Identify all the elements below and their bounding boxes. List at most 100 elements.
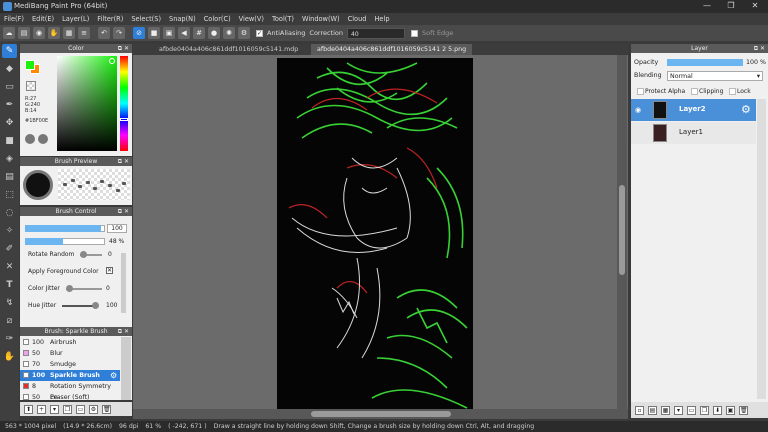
brush-list-scrollbar[interactable]: [121, 337, 131, 400]
close-button[interactable]: ✕: [743, 0, 767, 13]
lasso-tool-icon[interactable]: ◌: [2, 206, 17, 220]
new-halftone-layer-icon[interactable]: ▤: [648, 405, 657, 415]
brush-add-icon[interactable]: +: [37, 404, 46, 414]
gradient-tool-icon[interactable]: ▤: [2, 170, 17, 184]
soft-edge-checkbox[interactable]: [411, 29, 419, 37]
triangle-icon[interactable]: ◀: [178, 27, 190, 39]
color-wheel-icon[interactable]: [25, 134, 35, 144]
text-tool-icon[interactable]: T: [2, 278, 17, 292]
menu-help[interactable]: Help: [370, 13, 393, 25]
panel-close-icon[interactable]: ⧉ ✕: [754, 44, 765, 53]
bucket-tool-icon[interactable]: ◈: [2, 152, 17, 166]
eraser-tool-icon[interactable]: ◆: [2, 62, 17, 76]
brush-folder-icon[interactable]: ▭: [76, 404, 85, 414]
brush-list-item[interactable]: 100 Sparkle Brush ⚙: [20, 370, 120, 381]
radial-icon[interactable]: ✺: [223, 27, 235, 39]
color-settings-icon[interactable]: [38, 134, 48, 144]
operation-tool-icon[interactable]: ↯: [2, 296, 17, 310]
layer-folder-icon[interactable]: ▭: [687, 405, 696, 415]
hue-cursor[interactable]: [120, 118, 128, 121]
maximize-button[interactable]: ❐: [719, 0, 743, 13]
merge-down-icon[interactable]: ⬇: [713, 405, 722, 415]
tab-mdp-file[interactable]: afbde0404a406c861ddf1016059c5141.mdp: [153, 44, 304, 55]
undo-icon[interactable]: ↶: [98, 27, 110, 39]
correction-select[interactable]: 40: [347, 27, 406, 39]
brush-size-value[interactable]: 100: [107, 224, 127, 233]
panel-close-icon[interactable]: ⧉ ✕: [118, 207, 129, 216]
layer-opacity-bar[interactable]: [667, 59, 743, 66]
color-jitter-knob[interactable]: [66, 285, 73, 292]
hue-slider[interactable]: [120, 56, 128, 151]
panel-undock-icon[interactable]: ⧉ ✕: [118, 44, 129, 53]
menu-window[interactable]: Window(W): [298, 13, 344, 25]
duplicate-layer-icon[interactable]: ❐: [700, 405, 709, 415]
menu-select[interactable]: Select(S): [127, 13, 165, 25]
layer-trash-icon[interactable]: 🗑: [739, 405, 748, 415]
grid-icon[interactable]: ▦: [63, 27, 75, 39]
artwork-canvas[interactable]: [277, 58, 473, 410]
canvas-horizontal-scroll-thumb[interactable]: [311, 411, 451, 417]
protect-alpha-checkbox[interactable]: [637, 88, 644, 95]
pages-icon[interactable]: ▤: [18, 27, 30, 39]
select-pen-tool-icon[interactable]: ✐: [2, 242, 17, 256]
eyedropper-tool-icon[interactable]: ✑: [2, 332, 17, 346]
brush-list-item[interactable]: 8 Rotation Symmetry Pe: [20, 381, 120, 401]
brush-control-scrollbar[interactable]: [121, 253, 126, 313]
add-layer-menu-icon[interactable]: ▾: [674, 405, 683, 415]
blending-select[interactable]: Normal ▾: [667, 71, 763, 81]
minimize-button[interactable]: —: [695, 0, 719, 13]
menu-view[interactable]: View(V): [235, 13, 268, 25]
chat-icon[interactable]: ◉: [33, 27, 45, 39]
canvas-vertical-scroll-thumb[interactable]: [619, 185, 625, 275]
foreground-color-swatch[interactable]: [25, 60, 35, 70]
select-eraser-tool-icon[interactable]: ✕: [2, 260, 17, 274]
clipping-checkbox[interactable]: [691, 88, 698, 95]
magic-wand-tool-icon[interactable]: ✧: [2, 224, 17, 238]
panel-close-icon[interactable]: ⧉ ✕: [118, 157, 129, 166]
circle-snap-icon[interactable]: ●: [208, 27, 220, 39]
brush-settings-icon[interactable]: ⚙: [89, 404, 98, 414]
fill-rect-tool-icon[interactable]: ■: [2, 134, 17, 148]
brush-add-menu-icon[interactable]: ▾: [50, 404, 59, 414]
snap-grid-icon[interactable]: #: [193, 27, 205, 39]
new-1bit-layer-icon[interactable]: ▦: [661, 405, 670, 415]
brush-list-item[interactable]: 70 Smudge: [20, 359, 120, 370]
hue-jitter-knob[interactable]: [92, 302, 99, 309]
brush-opacity-bar[interactable]: [25, 238, 63, 245]
shape-icon[interactable]: ■: [148, 27, 160, 39]
canvas-area[interactable]: [133, 55, 628, 410]
eye-icon[interactable]: ◉: [635, 106, 641, 114]
tab-png-file[interactable]: afbde0404a406c861ddf1016059c5141 2 5.png: [311, 44, 473, 55]
layer-row-layer1[interactable]: Layer1: [631, 122, 756, 144]
menu-tool[interactable]: Tool(T): [268, 13, 298, 25]
menu-file[interactable]: File(F): [0, 13, 28, 25]
brush-size-bar[interactable]: [25, 225, 101, 232]
layer-row-layer2[interactable]: ◉ Layer2 ⚙: [631, 99, 756, 121]
list-icon[interactable]: ≡: [78, 27, 90, 39]
brush-delete-icon[interactable]: 🗑: [102, 404, 111, 414]
brush-list-item[interactable]: 50 Blur: [20, 348, 120, 359]
lock-checkbox[interactable]: [729, 88, 736, 95]
menu-edit[interactable]: Edit(E): [28, 13, 58, 25]
pan-tool-icon[interactable]: ✋: [2, 350, 17, 364]
menu-layer[interactable]: Layer(L): [58, 13, 93, 25]
layer-image-icon[interactable]: ▣: [726, 405, 735, 415]
brush-up-icon[interactable]: ⬆: [24, 404, 33, 414]
move-tool-icon[interactable]: ✥: [2, 116, 17, 130]
rect-select-tool-icon[interactable]: ▭: [2, 80, 17, 94]
redo-icon[interactable]: ↷: [113, 27, 125, 39]
transparent-color-swatch[interactable]: [26, 81, 36, 91]
saturation-value-picker[interactable]: [57, 56, 117, 151]
menu-filter[interactable]: Filter(R): [93, 13, 127, 25]
settings-icon[interactable]: ⚙: [238, 27, 250, 39]
brush-list-item[interactable]: 100 Airbrush: [20, 337, 120, 348]
sv-cursor[interactable]: [109, 58, 115, 64]
menu-snap[interactable]: Snap(N): [165, 13, 200, 25]
stroke-mode-icon[interactable]: ⊘: [133, 27, 145, 39]
menu-cloud[interactable]: Cloud: [344, 13, 371, 25]
canvas-horizontal-scrollbar[interactable]: [133, 409, 628, 419]
rotate-random-knob[interactable]: [80, 251, 87, 258]
layer-list-scrollbar[interactable]: [757, 99, 766, 399]
select-tool-icon[interactable]: ⬚: [2, 188, 17, 202]
brush-copy-icon[interactable]: ❐: [63, 404, 72, 414]
